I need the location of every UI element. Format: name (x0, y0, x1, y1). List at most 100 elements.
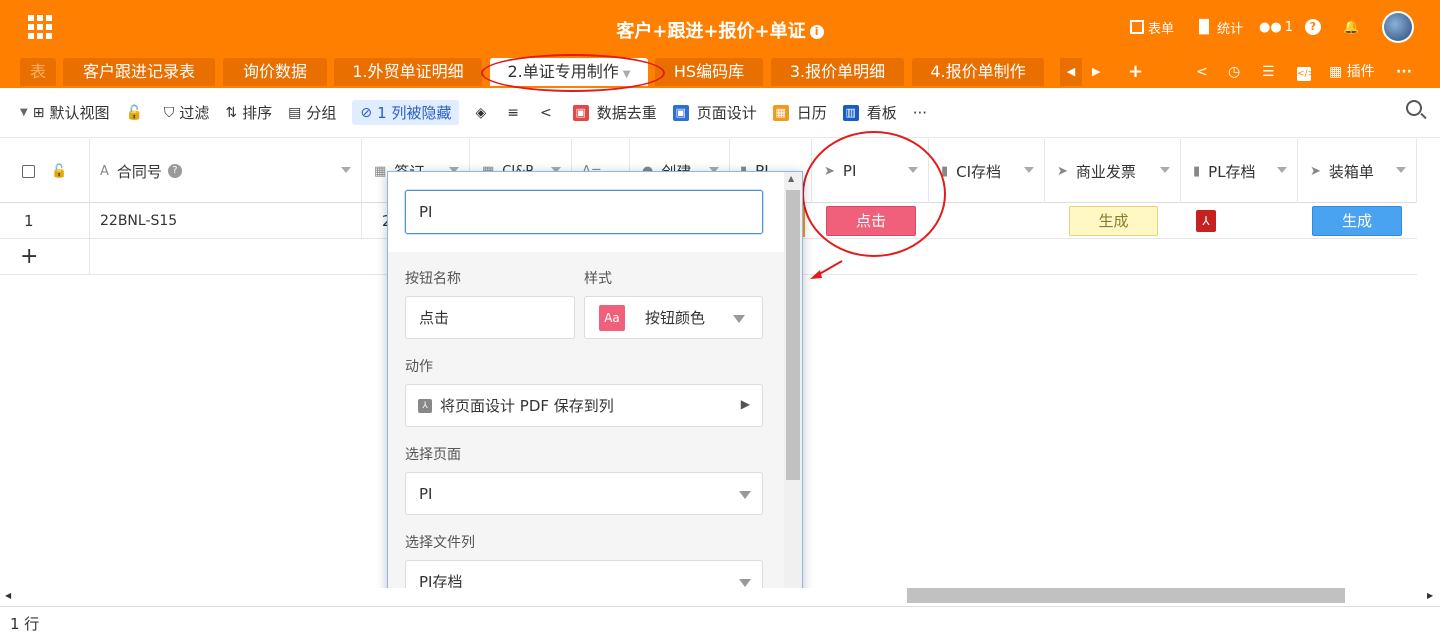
avatar[interactable] (1382, 11, 1414, 43)
scroll-left-icon[interactable]: ◀ (5, 591, 11, 600)
script-button[interactable]: </> (1297, 58, 1315, 86)
column-header-contract[interactable]: A 合同号 ? (90, 139, 362, 203)
sliders-icon: ☰ (1262, 64, 1275, 80)
column-menu-icon[interactable] (1160, 167, 1170, 173)
sort-label: 排序 (242, 104, 273, 122)
search-icon[interactable] (1406, 100, 1422, 116)
dedupe-button[interactable]: ▣ 数据去重 (572, 102, 657, 123)
tab-inquiry[interactable]: 询价数据 (223, 58, 327, 86)
column-header-invoice[interactable]: ➤ 商业发票 (1045, 139, 1181, 203)
tab-label: 询价数据 (242, 62, 307, 81)
table-tabs: 表 客户跟进记录表 询价数据 1.外贸单证明细 2.单证专用制作 ▼ HS编码库 … (0, 58, 1440, 88)
column-header-ci-archive[interactable]: ▮ CI存档 (929, 139, 1045, 203)
sort-icon: ⇅ (225, 104, 238, 121)
file-type-icon: ▮ (1193, 163, 1201, 179)
info-icon[interactable]: i (809, 25, 824, 39)
help-button[interactable]: ? (1305, 14, 1321, 40)
lock-icon[interactable]: 🔓 (51, 164, 67, 179)
page-design-icon: ▣ (672, 104, 689, 121)
row-count: 1 行 (10, 615, 40, 633)
signed-cell[interactable]: 2 (362, 203, 392, 239)
row-height-button[interactable]: ≡ (507, 105, 524, 121)
packing-generate-button[interactable]: 生成 (1312, 206, 1402, 236)
pdf-action-icon: ⅄ (418, 398, 432, 413)
horizontal-scroll-thumb[interactable] (907, 588, 1345, 603)
column-header-pl-archive[interactable]: ▮ PL存档 (1181, 139, 1298, 203)
settings-button[interactable]: ☰ (1262, 58, 1275, 86)
tab-next-button[interactable]: ▶ (1092, 58, 1100, 86)
more-button[interactable]: ··· (1396, 58, 1412, 86)
form-label: 表单 (1148, 21, 1175, 37)
calendar-icon: ▦ (772, 104, 789, 121)
add-row-button[interactable]: + (0, 239, 90, 275)
sort-button[interactable]: ⇅ 排序 (225, 102, 272, 123)
hidden-columns-button[interactable]: ⊘ 1 列被隐藏 (352, 100, 460, 125)
contract-cell[interactable]: 22BNL-S15 (90, 203, 362, 239)
row-height-icon: ≡ (507, 104, 519, 121)
tab-docs-detail[interactable]: 1.外贸单证明细 (334, 58, 482, 86)
fill-color-button[interactable]: ◈ (475, 105, 491, 121)
tab-quote-detail[interactable]: 3.报价单明细 (771, 58, 904, 86)
calendar-button[interactable]: ▦ 日历 (772, 102, 827, 123)
plugins-button[interactable]: ▦ 插件 (1329, 58, 1375, 86)
page-select[interactable]: PI (405, 472, 763, 515)
column-label: 合同号 (116, 162, 162, 181)
popup-scroll-thumb[interactable] (786, 190, 800, 480)
column-menu-icon[interactable] (1024, 167, 1034, 173)
tab-label: 1.外贸单证明细 (352, 62, 464, 81)
add-table-button[interactable]: + (1128, 58, 1143, 86)
page-design-button[interactable]: ▣ 页面设计 (672, 102, 757, 123)
column-menu-icon[interactable] (1277, 167, 1287, 173)
column-header-packing[interactable]: ➤ 装箱单 (1298, 139, 1417, 203)
group-button[interactable]: ▤ 分组 (288, 102, 336, 123)
share-icon: < (1196, 64, 1208, 80)
member-count: 1 (1284, 19, 1293, 35)
column-menu-icon[interactable] (1396, 167, 1406, 173)
invoice-generate-button[interactable]: 生成 (1069, 206, 1158, 236)
toolbar-more-button[interactable]: ··· (913, 104, 927, 122)
stats-tool[interactable]: ▐▌ 统计 (1194, 14, 1243, 40)
eye-off-icon: ⊘ (360, 104, 373, 121)
annotation-circle-pi (802, 131, 946, 257)
tab-quote-make[interactable]: 4.报价单制作 (912, 58, 1044, 86)
notification-button[interactable]: 🔔 (1343, 14, 1359, 40)
row-index: 1 (0, 203, 90, 239)
page-value: PI (419, 484, 433, 503)
kanban-button[interactable]: ▥ 看板 (842, 102, 897, 123)
form-tool[interactable]: 表单 (1130, 14, 1174, 40)
view-selector[interactable]: ▼ ⊞ 默认视图 (20, 102, 109, 123)
dedupe-icon: ▣ (572, 104, 589, 121)
more-icon: ··· (912, 103, 928, 122)
action-select[interactable]: ⅄ 将页面设计 PDF 保存到列 ▶ (405, 384, 763, 427)
members-tool[interactable]: ●● 1 (1259, 14, 1293, 40)
scroll-up-icon[interactable]: ▲ (788, 174, 794, 183)
plugins-label: 插件 (1346, 64, 1375, 80)
share-button[interactable]: < (1196, 58, 1208, 86)
select-all-checkbox[interactable] (22, 164, 35, 178)
pdf-file-icon[interactable]: ⅄ (1196, 210, 1216, 232)
plugins-icon: ▦ (1329, 64, 1347, 80)
button-name-input[interactable]: 点击 (405, 296, 575, 339)
button-style-select[interactable]: Aa 按钮颜色 (584, 296, 763, 339)
column-name-input[interactable]: PI (405, 190, 763, 234)
share-view-button[interactable]: < (540, 105, 557, 121)
users-icon: ●● (1259, 19, 1282, 35)
filter-button[interactable]: ⛉ 过滤 (164, 102, 210, 123)
app-title-text: 客户+跟进+报价+单证 (616, 21, 806, 42)
hidden-columns-label: 1 列被隐藏 (377, 104, 452, 122)
tab-partial[interactable]: 表 (20, 58, 56, 86)
scroll-right-icon[interactable]: ▶ (1427, 591, 1433, 600)
page-design-label: 页面设计 (696, 104, 757, 122)
tab-customer-followup[interactable]: 客户跟进记录表 (63, 58, 215, 86)
annotation-arrow (810, 260, 843, 279)
cursor-type-icon: ➤ (1057, 163, 1068, 179)
cursor-type-icon: ➤ (1310, 163, 1321, 179)
tab-prev-button[interactable]: ◀ (1060, 58, 1082, 86)
column-menu-icon[interactable] (341, 167, 351, 173)
history-button[interactable]: ◷ (1228, 58, 1240, 86)
lock-button[interactable]: 🔓 (125, 105, 147, 121)
tab-hs-codes[interactable]: HS编码库 (655, 58, 763, 86)
avatar-image (1384, 13, 1412, 41)
file-column-label: 选择文件列 (405, 535, 475, 551)
column-label: 装箱单 (1328, 162, 1374, 181)
